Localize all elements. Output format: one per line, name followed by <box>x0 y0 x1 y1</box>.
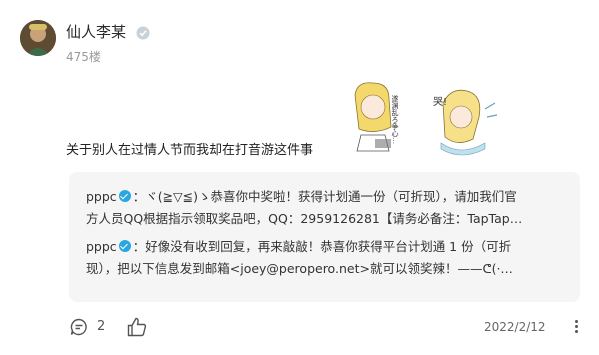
reply-preview-box[interactable]: pppc ：ヾ(≧▽≦)ゝ恭喜你中奖啦！获得计划通一份（可折现），请加我们官 方人… <box>69 172 580 302</box>
reply-text: ：好像没有收到回复，再来敲敲！恭喜你获得平台计划通 1 份（可折 <box>132 239 512 254</box>
reply-author[interactable]: pppc <box>86 239 117 254</box>
reply-line: 方人员QQ根据指示领取奖品吧，QQ：2959126281【请务必备注：TapTa… <box>86 211 523 226</box>
reply-item[interactable]: pppc ：好像没有收到回复，再来敲敲！恭喜你获得平台计划通 1 份（可折 现），… <box>86 236 561 280</box>
reply-line: pppc ：好像没有收到回复，再来敲敲！恭喜你获得平台计划通 1 份（可折 <box>86 236 561 258</box>
avatar[interactable] <box>20 20 56 56</box>
reply-item[interactable]: pppc ：ヾ(≧▽≦)ゝ恭喜你中奖啦！获得计划通一份（可折现），请加我们官 方人… <box>86 186 561 230</box>
reply-line: pppc ：ヾ(≧▽≦)ゝ恭喜你中奖啦！获得计划通一份（可折现），请加我们官 <box>86 186 561 208</box>
verified-icon <box>118 190 131 202</box>
post-card: 仙人李某 475楼 遂渊乱ろ争心… 哭! 关于别人在过情人节而我却在打音游这件事… <box>0 0 599 355</box>
post-date: 2022/2/12 <box>484 320 546 334</box>
sticker-caption: 遂渊乱ろ争心… <box>391 94 399 144</box>
thumbs-up-icon[interactable] <box>126 316 148 338</box>
comment-icon <box>70 318 87 336</box>
sticker-images: 遂渊乱ろ争心… 哭! <box>354 82 498 156</box>
more-icon[interactable] <box>571 318 581 336</box>
comment-count: 2 <box>97 319 106 334</box>
verified-icon <box>118 240 131 252</box>
svg-text:哭!: 哭! <box>433 96 447 108</box>
sticker-left: 遂渊乱ろ争心… <box>354 82 399 152</box>
post-content: 关于别人在过情人节而我却在打音游这件事 <box>66 143 314 158</box>
reply-author[interactable]: pppc <box>86 189 117 204</box>
reply-line: 现），把以下信息发到邮箱<joey@peropero.net>就可以领奖辣！——… <box>86 261 513 276</box>
floor-number: 475楼 <box>66 50 101 64</box>
comment-button[interactable]: 2 <box>70 316 110 338</box>
reply-text: ：ヾ(≧▽≦)ゝ恭喜你中奖啦！获得计划通一份（可折现），请加我们官 <box>132 189 517 204</box>
user-badge-icon <box>136 26 150 40</box>
username[interactable]: 仙人李某 <box>66 22 126 42</box>
action-bar: 2 2022/2/12 <box>0 312 599 342</box>
sticker-right: 哭! <box>433 89 498 156</box>
avatar-image <box>20 20 56 56</box>
